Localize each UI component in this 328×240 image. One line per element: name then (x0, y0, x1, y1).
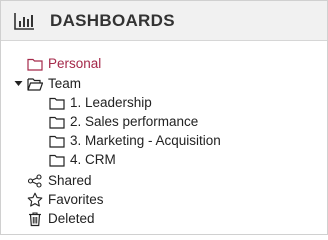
tree-item-marketing-acquisition[interactable]: 3. Marketing - Acquisition (49, 131, 221, 150)
tree-item-label: Team (48, 76, 82, 91)
trash-icon (27, 211, 43, 227)
folder-icon (27, 56, 43, 72)
tree-item-leadership[interactable]: 1. Leadership (49, 93, 152, 112)
dashboards-panel: DASHBOARDS Personal Team 1. Leadership 2… (0, 0, 328, 235)
folder-icon (49, 133, 65, 149)
bar-chart-icon (13, 11, 35, 31)
tree-item-deleted[interactable]: Deleted (27, 209, 95, 228)
folder-open-icon (27, 76, 43, 92)
tree-item-label: 4. CRM (70, 152, 116, 167)
tree-item-label: 2. Sales performance (70, 114, 199, 129)
tree-item-team[interactable]: Team (27, 74, 81, 93)
tree-item-crm[interactable]: 4. CRM (49, 150, 116, 169)
star-icon (27, 192, 43, 208)
share-icon (27, 173, 43, 189)
panel-header: DASHBOARDS (1, 1, 327, 41)
tree-item-favorites[interactable]: Favorites (27, 190, 104, 209)
tree-item-shared[interactable]: Shared (27, 171, 92, 190)
tree-item-label: 1. Leadership (70, 95, 152, 110)
folder-icon (49, 95, 65, 111)
tree-item-personal[interactable]: Personal (27, 54, 101, 73)
tree-item-label: Deleted (48, 211, 95, 226)
tree-item-sales-performance[interactable]: 2. Sales performance (49, 112, 198, 131)
folder-icon (49, 114, 65, 130)
folder-icon (49, 152, 65, 168)
panel-title: DASHBOARDS (50, 10, 175, 30)
expand-caret-icon[interactable] (14, 79, 23, 88)
tree-item-label: Shared (48, 173, 92, 188)
tree-item-label: 3. Marketing - Acquisition (70, 133, 221, 148)
tree-item-label: Personal (48, 56, 102, 71)
tree-item-label: Favorites (48, 192, 104, 207)
